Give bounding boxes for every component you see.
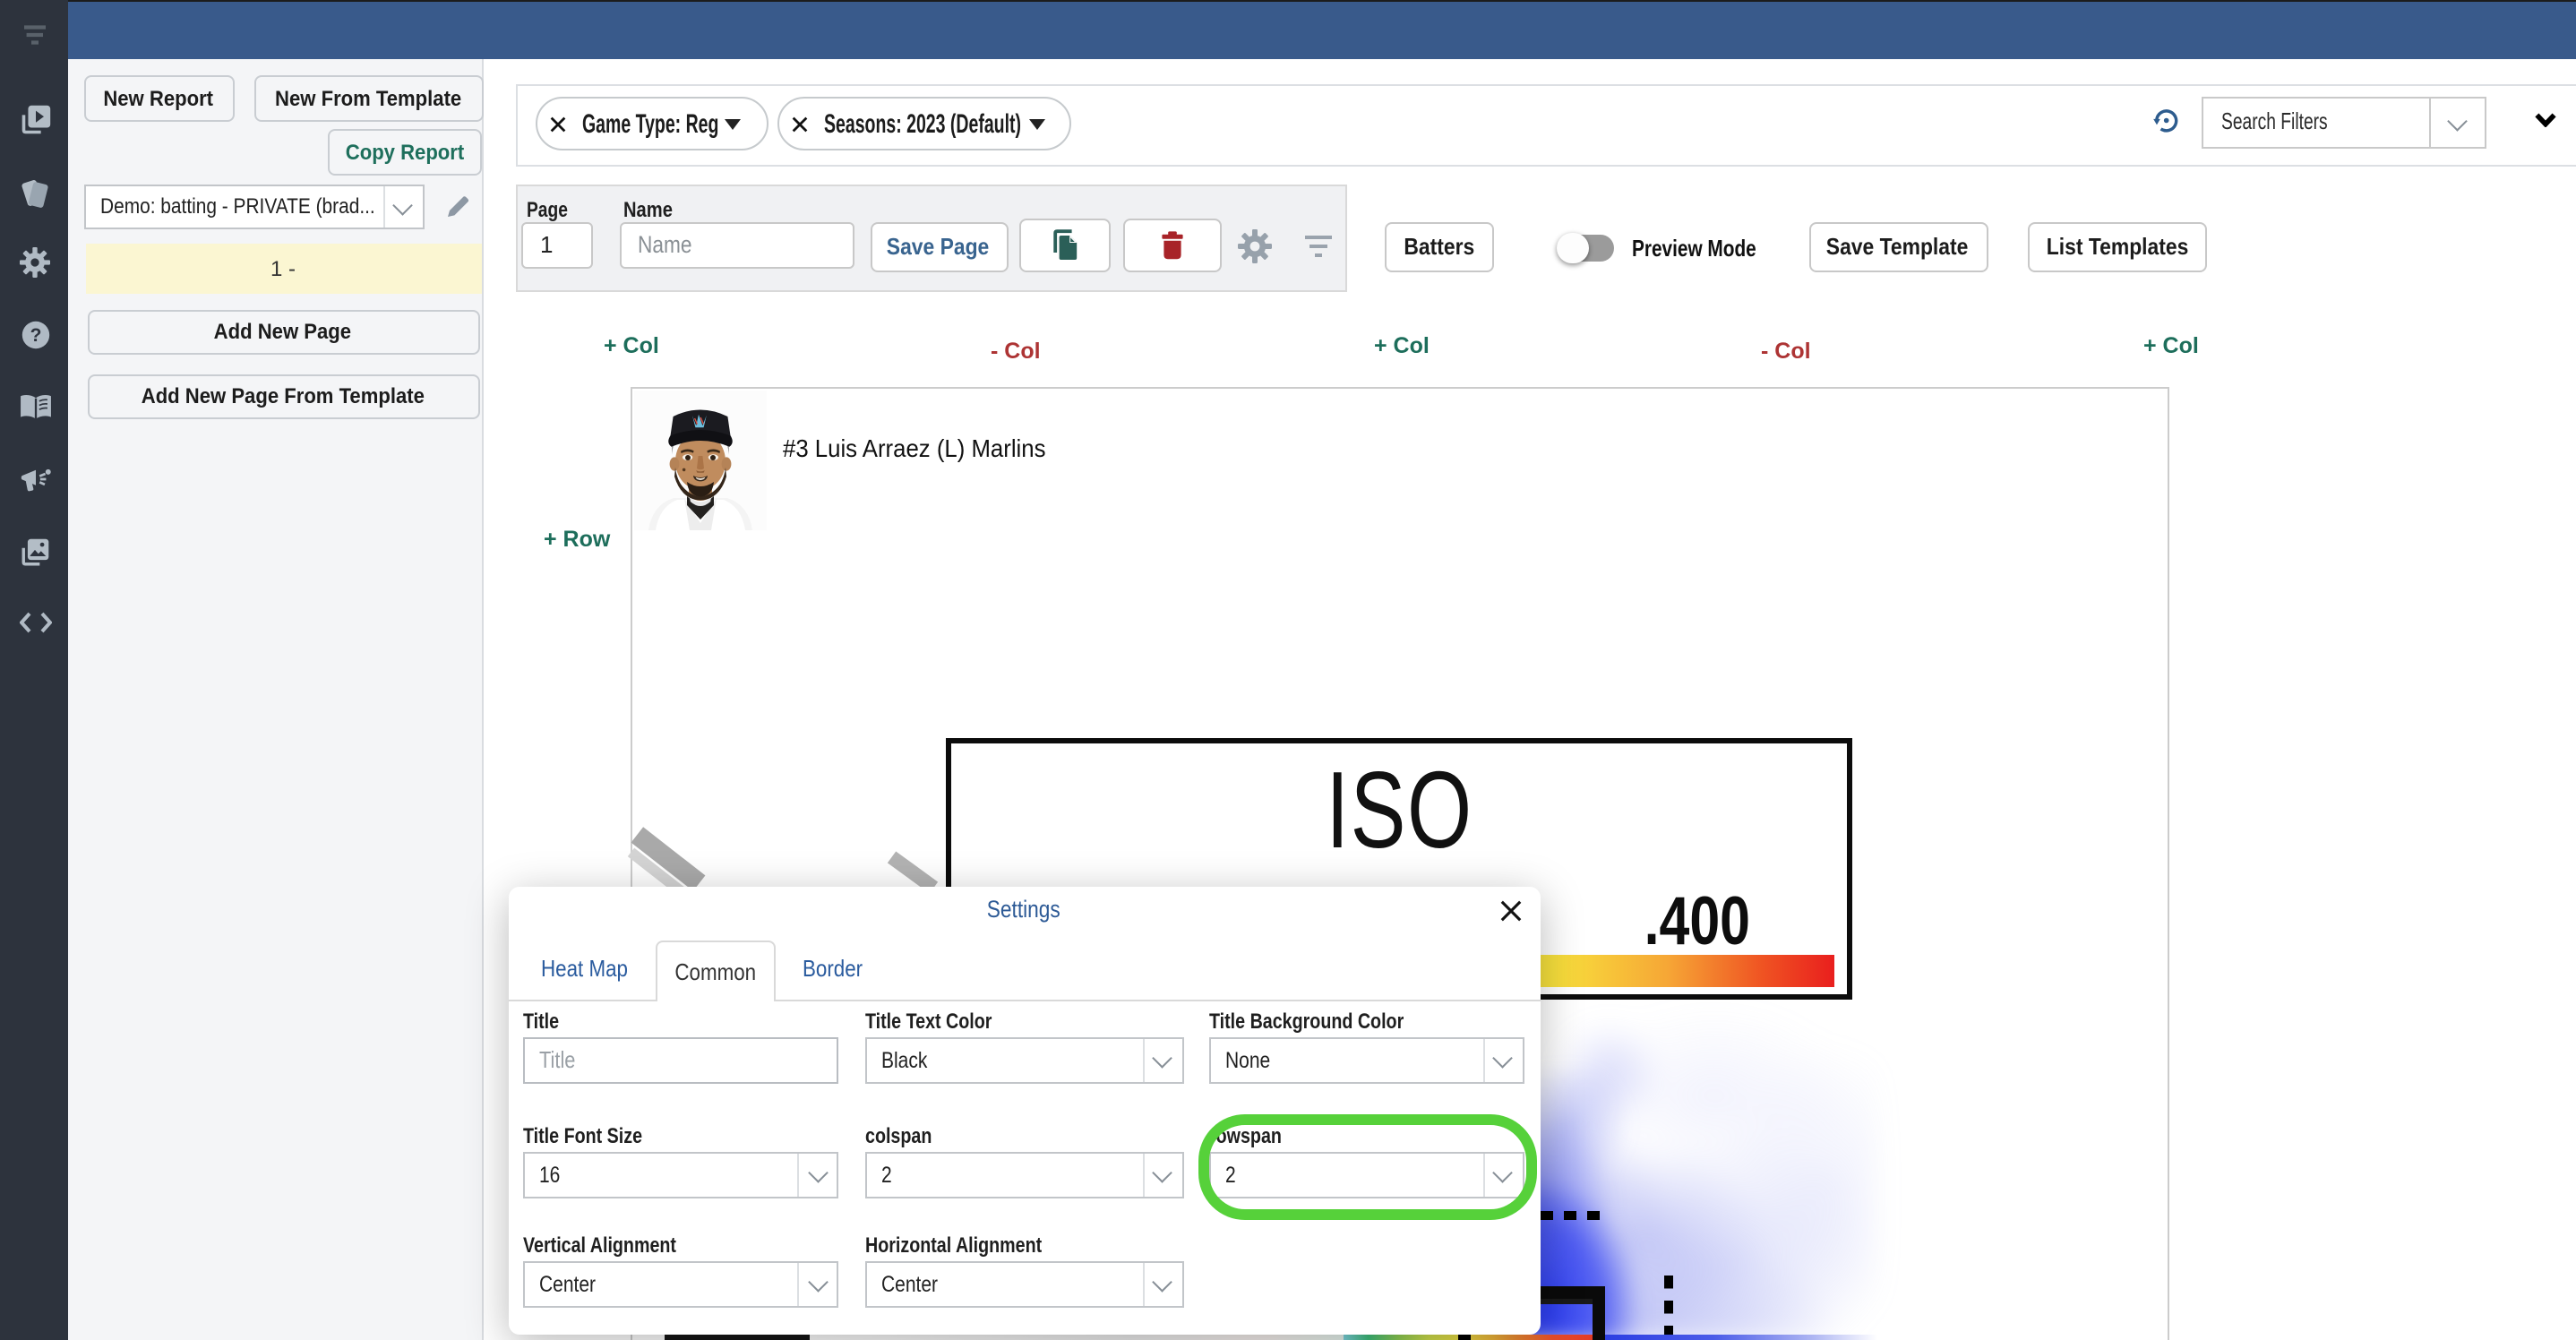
svg-text:?: ? [30, 325, 41, 346]
